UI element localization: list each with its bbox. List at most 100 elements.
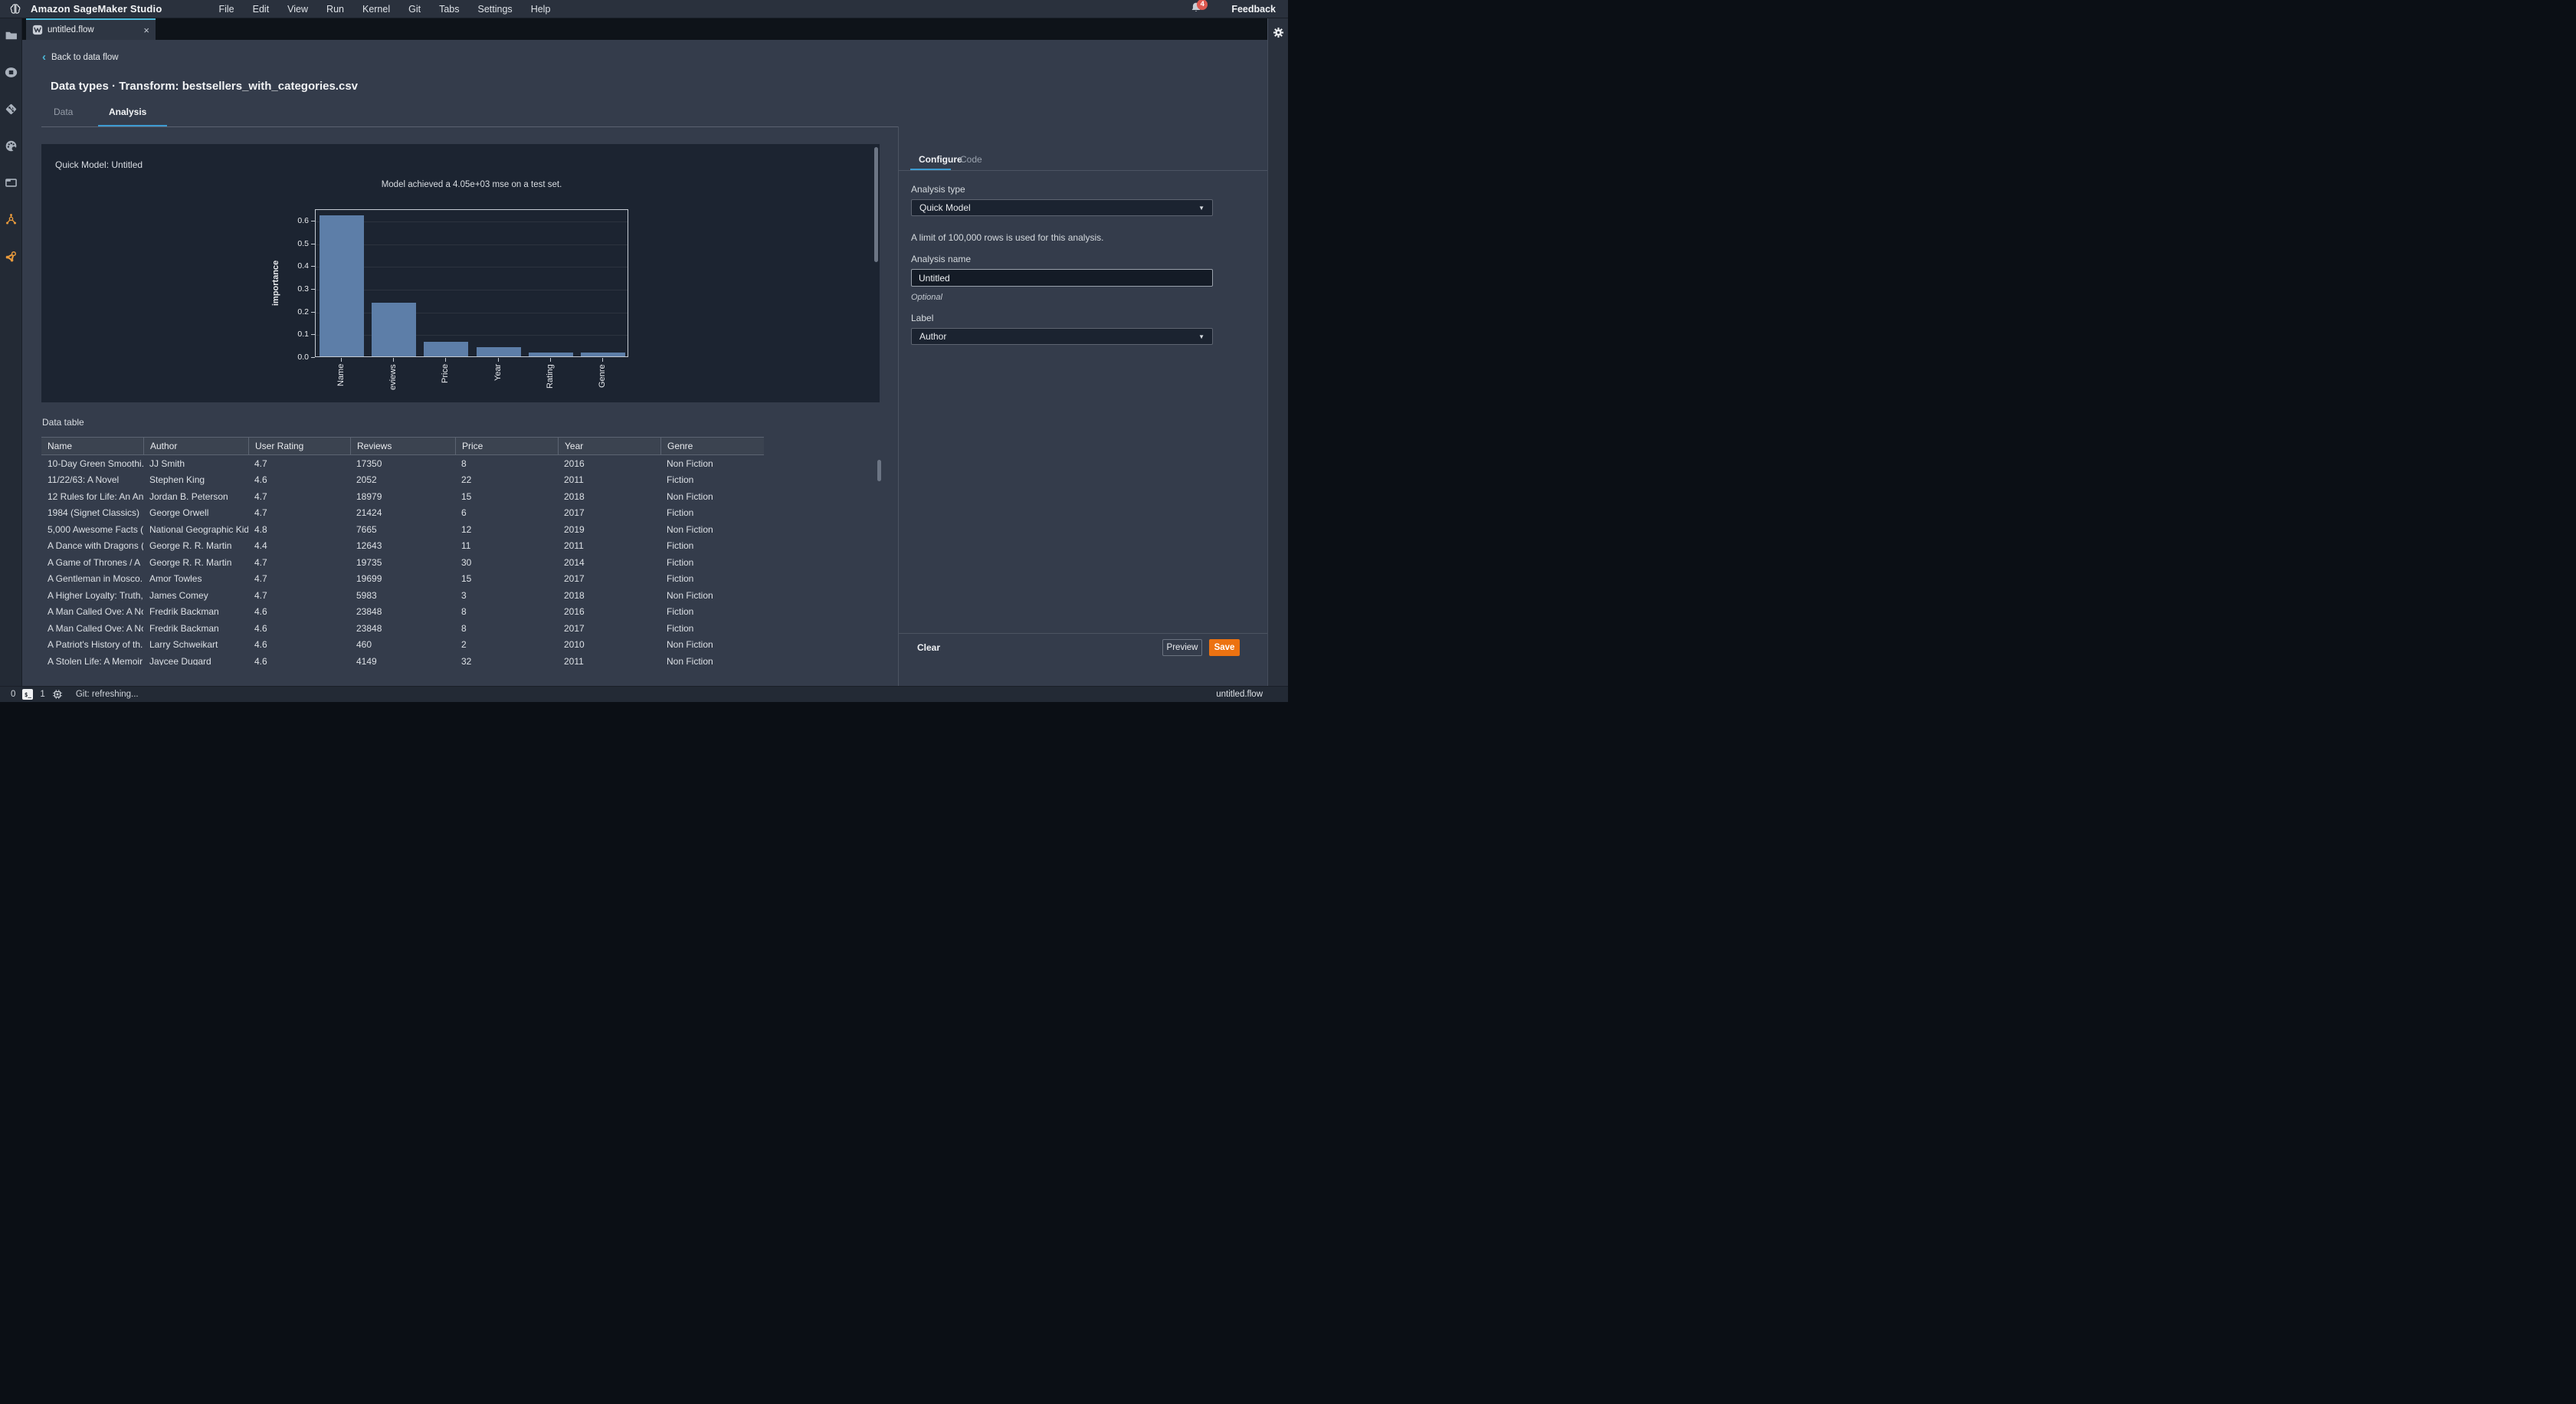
table-cell: Jaycee Dugard: [149, 655, 211, 665]
table-row[interactable]: 5,000 Awesome Facts (... National Geograp…: [41, 521, 764, 538]
menubar: Amazon SageMaker Studio File Edit View Run K…: [0, 0, 1288, 18]
statusbar: 0 $_ 1 Git: refreshing... untitled.flow: [0, 686, 1288, 702]
menu-run[interactable]: Run: [326, 4, 344, 15]
column-header-reviews[interactable]: Reviews: [350, 438, 455, 454]
tab-data[interactable]: Data: [54, 107, 73, 117]
analysis-type-select[interactable]: Quick Model ▼: [911, 199, 1213, 216]
table-cell: A Man Called Ove: A No...: [48, 622, 143, 634]
table-row[interactable]: 12 Rules for Life: An An... Jordan B. Pet…: [41, 488, 764, 505]
preview-button[interactable]: Preview: [1162, 639, 1202, 656]
table-cell: 30: [461, 556, 472, 568]
table-cell: 23848: [356, 622, 382, 634]
tab-code[interactable]: Code: [960, 154, 982, 165]
tabstrip: untitled.flow ×: [22, 18, 1267, 40]
table-cell: 23848: [356, 606, 382, 618]
x-tick-mark: [549, 358, 551, 362]
git-icon[interactable]: [5, 103, 18, 116]
running-kernels-icon[interactable]: [5, 66, 18, 79]
page-title: Data types · Transform: bestsellers_with…: [51, 80, 359, 93]
menu-git[interactable]: Git: [408, 4, 421, 15]
table-row[interactable]: 10-Day Green Smoothi... JJ Smith 4.7 17350 8…: [41, 455, 764, 472]
open-tabs-icon[interactable]: [5, 176, 18, 189]
table-cell: Fiction: [667, 540, 694, 552]
commands-palette-icon[interactable]: [5, 139, 18, 153]
table-cell: 2017: [564, 573, 585, 585]
menu-kernel[interactable]: Kernel: [362, 4, 390, 15]
feature-importance-bar-chart: [315, 209, 628, 357]
table-row[interactable]: A Game of Thrones / A ... George R. R. Ma…: [41, 554, 764, 571]
table-cell: 18979: [356, 490, 382, 502]
table-cell: National Geographic Kids: [149, 523, 248, 535]
tab-configure[interactable]: Configure: [919, 154, 962, 165]
column-header-user-rating[interactable]: User Rating: [248, 438, 350, 454]
table-row[interactable]: A Higher Loyalty: Truth,... James Comey 4.…: [41, 587, 764, 604]
chart-y-axis-label: importance: [271, 260, 280, 307]
data-table-scrollbar[interactable]: [877, 460, 881, 481]
table-row[interactable]: A Man Called Ove: A No... Fredrik Backman…: [41, 620, 764, 637]
table-cell: 2010: [564, 639, 585, 651]
column-header-price[interactable]: Price: [455, 438, 558, 454]
main-content: ‹ Back to data flow Data types · Transfo…: [22, 40, 1267, 686]
gear-icon[interactable]: [1272, 26, 1285, 39]
sagemaker-jumpstart-icon[interactable]: [5, 250, 18, 263]
back-to-data-flow-link[interactable]: ‹ Back to data flow: [42, 51, 119, 63]
table-cell: Fredrik Backman: [149, 606, 219, 618]
feedback-link[interactable]: Feedback: [1231, 4, 1276, 15]
bar-rating: [528, 352, 573, 356]
data-table-body: 10-Day Green Smoothi... JJ Smith 4.7 17350 8…: [41, 455, 764, 665]
tab-analysis[interactable]: Analysis: [109, 107, 146, 117]
table-cell: 2014: [564, 556, 585, 568]
bar-genre: [580, 352, 625, 356]
back-chevron-icon: ‹: [42, 51, 46, 64]
column-header-genre[interactable]: Genre: [660, 438, 764, 454]
menu-help[interactable]: Help: [531, 4, 551, 15]
column-header-author[interactable]: Author: [143, 438, 248, 454]
data-table: Name Author User Rating Reviews Price Year Gen…: [41, 437, 764, 665]
analysis-name-input[interactable]: [911, 269, 1213, 287]
table-cell: 460: [356, 639, 372, 651]
table-row[interactable]: A Gentleman in Mosco... Amor Towles 4.7 196…: [41, 571, 764, 588]
column-header-name[interactable]: Name: [41, 438, 143, 454]
chart-panel-scrollbar[interactable]: [874, 147, 878, 262]
y-tick-label: 0.0: [297, 353, 309, 362]
table-row[interactable]: 1984 (Signet Classics) George Orwell 4.7 21…: [41, 505, 764, 522]
terminals-count: 0: [11, 690, 16, 699]
terminal-icon[interactable]: $_: [22, 689, 34, 700]
table-cell: 2: [461, 639, 467, 651]
clear-button[interactable]: Clear: [917, 642, 940, 653]
table-row[interactable]: A Man Called Ove: A No... Fredrik Backman…: [41, 604, 764, 621]
tab-close-icon[interactable]: ×: [143, 25, 149, 35]
x-tick-mark: [497, 358, 499, 362]
table-cell: Non Fiction: [667, 639, 713, 651]
table-cell: Larry Schweikart: [149, 639, 218, 651]
table-cell: 15: [461, 490, 472, 502]
menu-settings[interactable]: Settings: [478, 4, 513, 15]
table-cell: 2052: [356, 474, 377, 486]
configure-tabs-divider: [899, 170, 1267, 171]
table-cell: Fiction: [667, 606, 694, 618]
analysis-type-label: Analysis type: [911, 184, 965, 195]
table-cell: A Stolen Life: A Memoir: [48, 655, 143, 665]
table-cell: Amor Towles: [149, 573, 202, 585]
bar-year: [476, 347, 521, 356]
table-cell: Stephen King: [149, 474, 205, 486]
table-row[interactable]: A Stolen Life: A Memoir Jaycee Dugard 4.6 4…: [41, 653, 764, 665]
label-select[interactable]: Author ▼: [911, 328, 1213, 345]
table-row[interactable]: 11/22/63: A Novel Stephen King 4.6 2052 22 20…: [41, 472, 764, 489]
table-cell: 4.4: [254, 540, 267, 552]
menu-view[interactable]: View: [287, 4, 308, 15]
column-header-year[interactable]: Year: [558, 438, 660, 454]
sagemaker-components-icon[interactable]: [5, 213, 18, 226]
table-row[interactable]: A Dance with Dragons (... George R. R. Ma…: [41, 538, 764, 555]
tab-label: untitled.flow: [48, 25, 94, 34]
x-tick-mark: [445, 358, 447, 362]
table-row[interactable]: A Patriot's History of th... Larry Schwei…: [41, 637, 764, 654]
save-button[interactable]: Save: [1209, 639, 1240, 656]
notifications-bell-icon[interactable]: 4: [1190, 0, 1208, 17]
menu-file[interactable]: File: [218, 4, 234, 15]
menu-edit[interactable]: Edit: [253, 4, 270, 15]
file-browser-icon[interactable]: [5, 29, 18, 42]
menu-tabs[interactable]: Tabs: [439, 4, 459, 15]
cpu-icon[interactable]: [52, 689, 63, 700]
tab-untitled-flow[interactable]: untitled.flow ×: [26, 18, 156, 40]
